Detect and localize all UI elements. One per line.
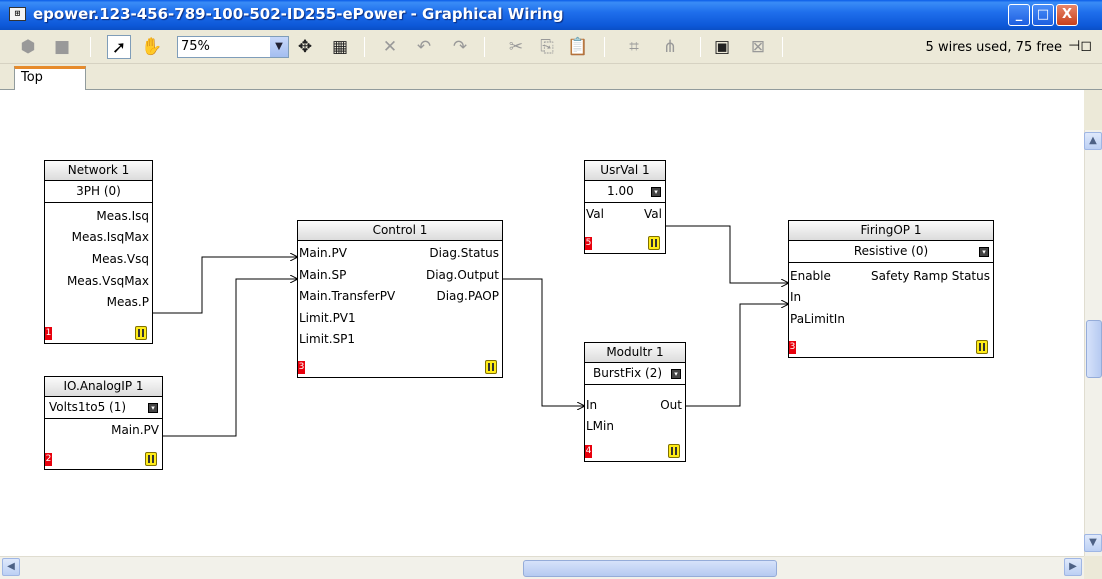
- maximize-button[interactable]: □: [1032, 4, 1054, 26]
- close-button[interactable]: X: [1056, 4, 1078, 26]
- tab-top[interactable]: Top: [14, 66, 86, 91]
- zoom-value: 75%: [181, 39, 210, 54]
- toolbar-separator: [484, 37, 485, 57]
- app-icon: ⊞: [9, 7, 26, 21]
- paste-icon[interactable]: 📋: [566, 35, 590, 59]
- move-icon[interactable]: ✥: [293, 35, 317, 59]
- wire-analog-pv-to-main-sp[interactable]: [163, 279, 297, 437]
- redo-icon[interactable]: ↷: [448, 35, 472, 59]
- tab-strip: Top: [0, 64, 1102, 91]
- toolbar-separator: [90, 37, 91, 57]
- wire-usrval-to-enable[interactable]: [666, 225, 788, 283]
- vertical-scrollbar[interactable]: [1084, 130, 1102, 556]
- block-icon[interactable]: ⬢: [16, 35, 40, 59]
- wires-layer: [153, 225, 1084, 437]
- window-title: epower.123-456-789-100-502-ID255-ePower …: [33, 5, 564, 23]
- pin-icon[interactable]: ⊣◻: [1068, 38, 1092, 54]
- route-wire-icon[interactable]: ⌗: [622, 35, 646, 59]
- minimize-button[interactable]: _: [1008, 4, 1030, 26]
- title-bar: ⊞ epower.123-456-789-100-502-ID255-ePowe…: [0, 0, 1102, 30]
- wiring-canvas[interactable]: Network 1 3PH (0) Meas.Isq Meas.IsqMax M…: [0, 90, 1084, 556]
- toolbar-separator: [700, 37, 701, 57]
- tidy-wires-icon[interactable]: ⋔: [658, 35, 682, 59]
- horizontal-scroll-thumb[interactable]: [523, 560, 777, 577]
- scroll-corner: [1084, 556, 1102, 579]
- scroll-down-button[interactable]: ▼: [1084, 534, 1102, 552]
- toolbar-separator: [364, 37, 365, 57]
- vertical-scroll-thumb[interactable]: [1086, 320, 1102, 378]
- disable-monitor-icon[interactable]: ⊠: [746, 35, 770, 59]
- wire-diag-output-to-modultr-in[interactable]: [503, 278, 584, 406]
- scroll-up-button[interactable]: ▲: [1084, 132, 1102, 150]
- chevron-down-icon[interactable]: ▼: [270, 37, 288, 57]
- monitor-icon[interactable]: ▣: [710, 35, 734, 59]
- grid-icon[interactable]: ▦: [328, 35, 352, 59]
- scroll-right-button[interactable]: ▶: [1064, 558, 1082, 576]
- cut-icon[interactable]: ✂: [504, 35, 528, 59]
- toolbar: ⬢ ■ ➚ ✋ 75% ▼ ✥ ▦ ✕ ↶ ↷ ✂ ⎘ 📋 ⌗ ⋔ ▣ ⊠ 5 …: [0, 30, 1102, 64]
- toolbar-separator: [604, 37, 605, 57]
- wire-usage-status: 5 wires used, 75 free: [925, 40, 1062, 55]
- zoom-select[interactable]: 75% ▼: [177, 36, 289, 58]
- delete-icon[interactable]: ✕: [378, 35, 402, 59]
- horizontal-scrollbar[interactable]: [0, 556, 1084, 579]
- toolbar-separator: [782, 37, 783, 57]
- copy-icon[interactable]: ⎘: [535, 35, 559, 59]
- hand-pan-icon[interactable]: ✋: [140, 35, 164, 59]
- wire-meas-p-to-main-pv[interactable]: [153, 257, 297, 314]
- wire-modultr-out-to-firing-in[interactable]: [686, 304, 788, 407]
- undo-icon[interactable]: ↶: [412, 35, 436, 59]
- square-icon[interactable]: ■: [50, 35, 74, 59]
- scroll-left-button[interactable]: ◀: [2, 558, 20, 576]
- pointer-icon[interactable]: ➚: [107, 35, 131, 59]
